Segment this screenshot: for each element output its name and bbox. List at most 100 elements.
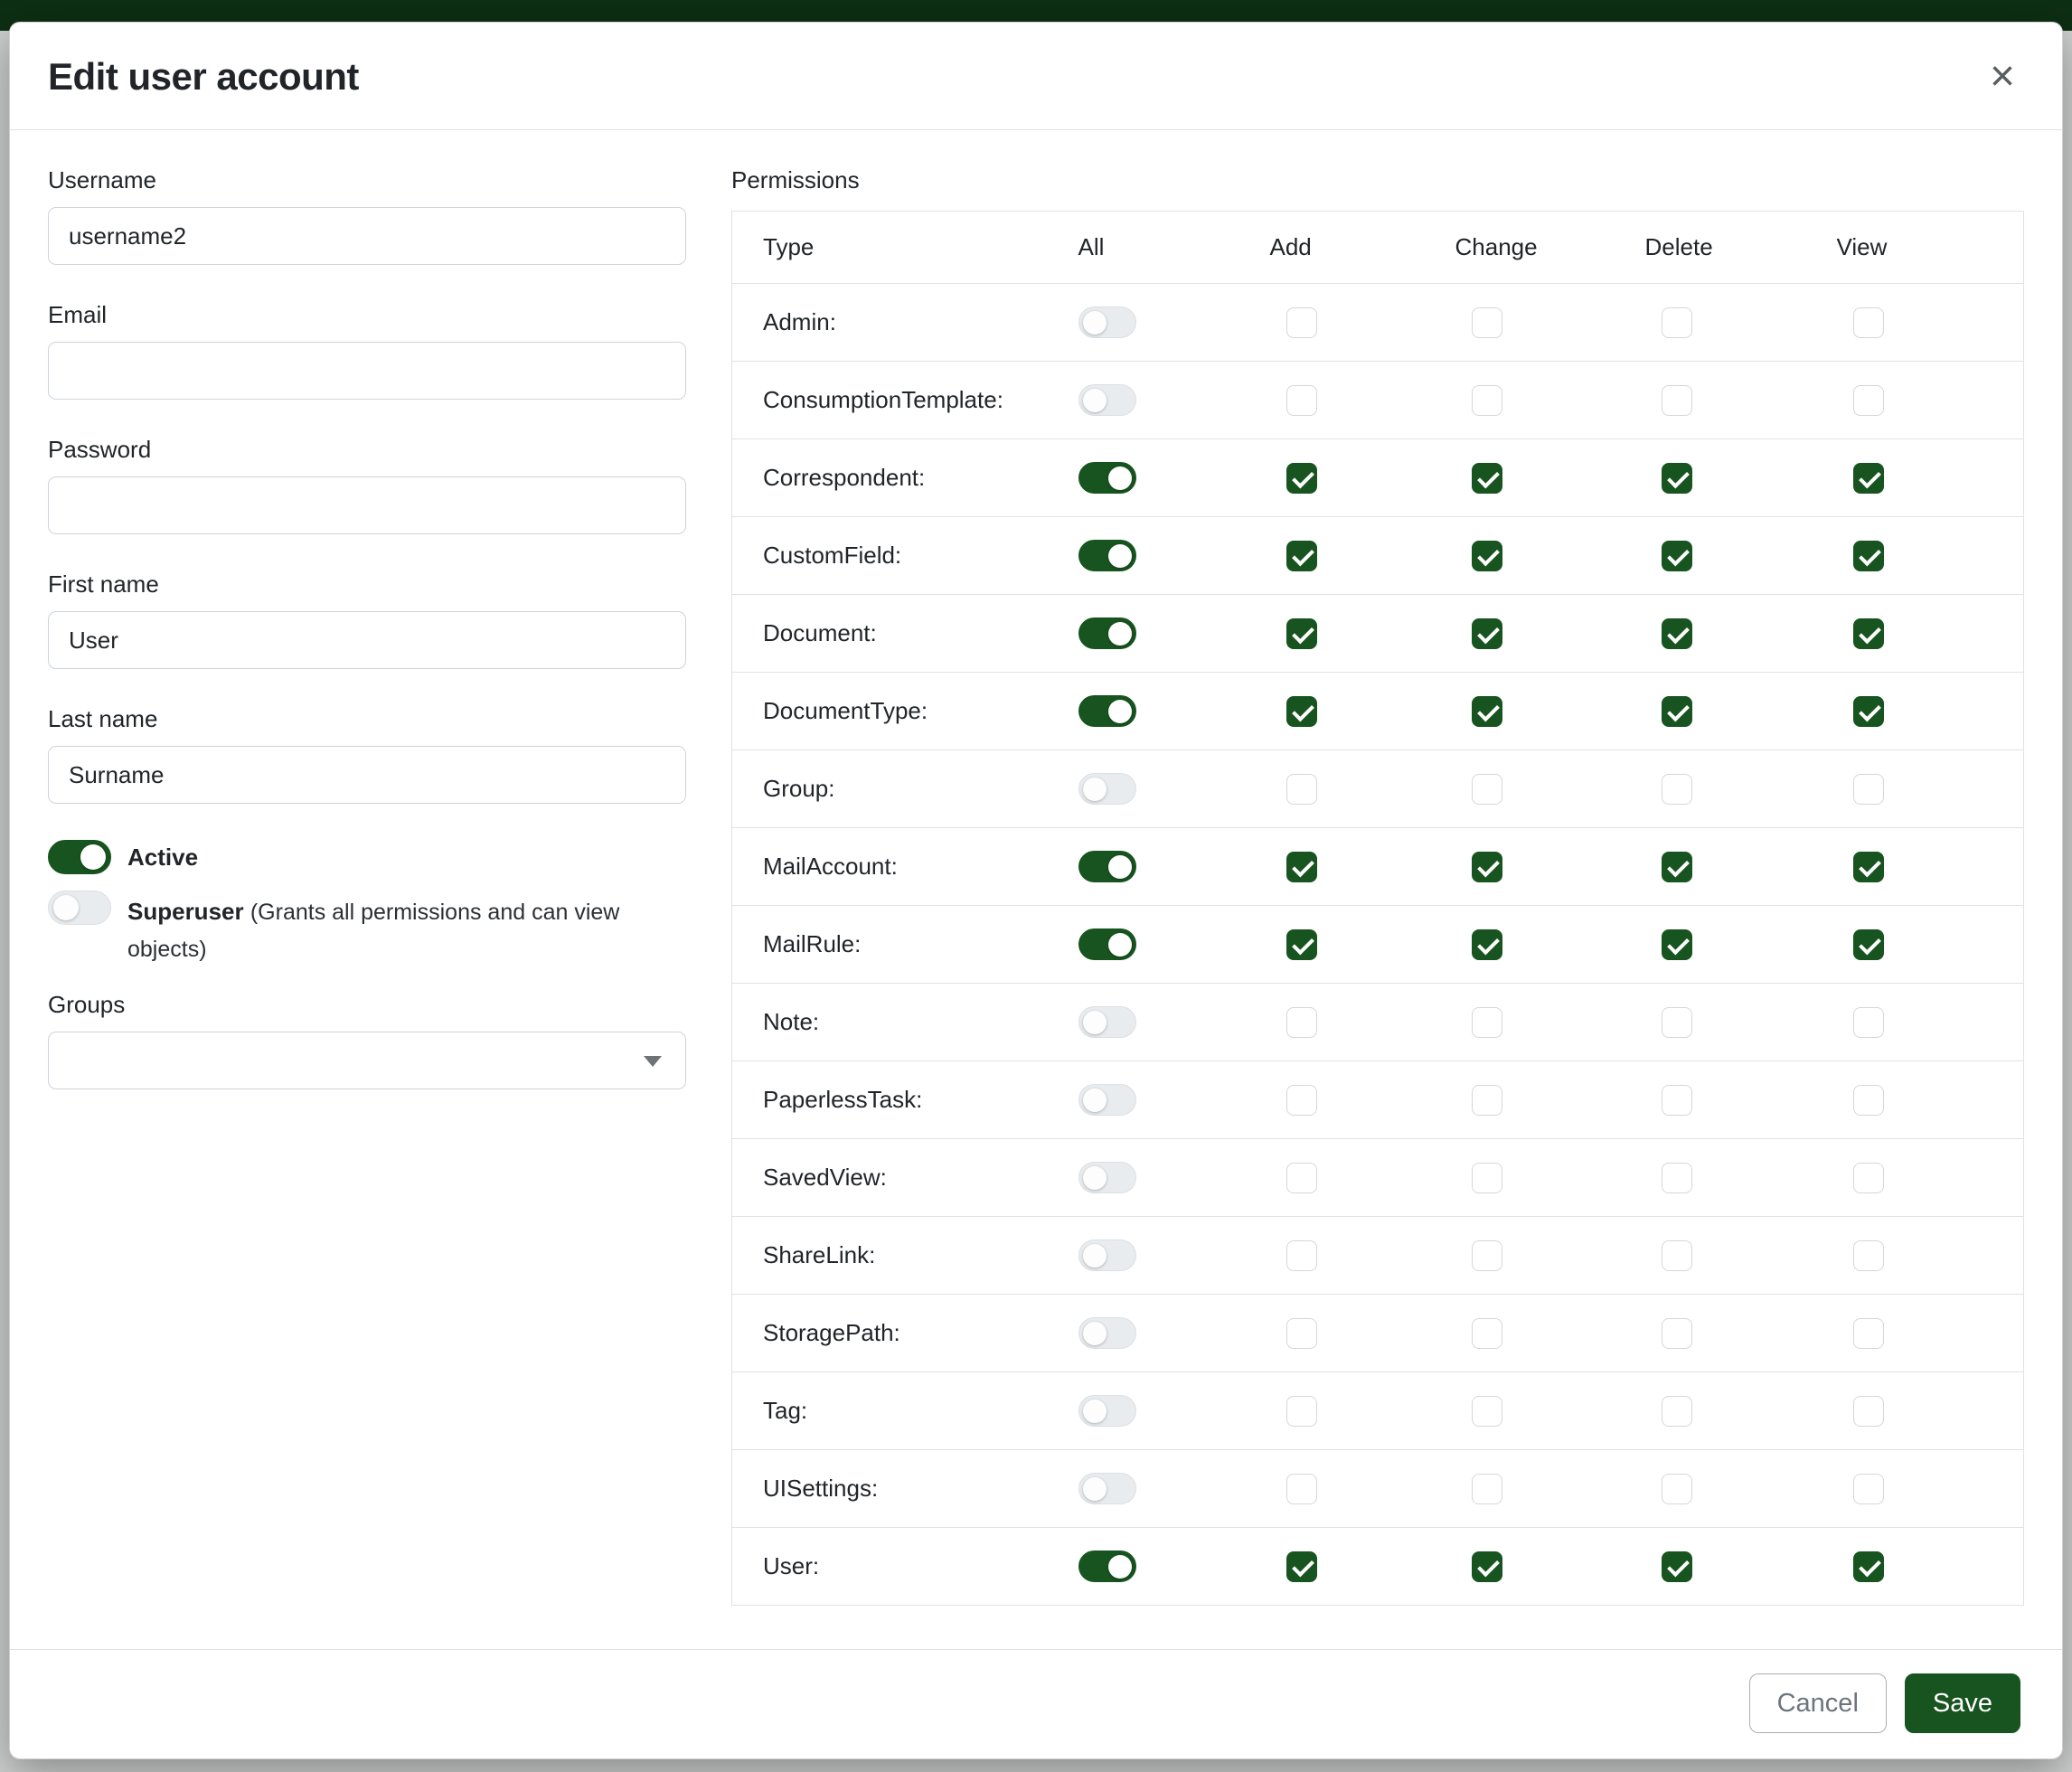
permission-add-checkbox[interactable] xyxy=(1286,541,1317,571)
permission-add-checkbox[interactable] xyxy=(1286,1318,1317,1349)
permission-delete-checkbox[interactable] xyxy=(1662,307,1692,338)
permission-view-checkbox[interactable] xyxy=(1853,541,1884,571)
permission-delete-checkbox[interactable] xyxy=(1662,929,1692,960)
permission-view-checkbox[interactable] xyxy=(1853,1240,1884,1271)
permission-all-toggle[interactable] xyxy=(1078,928,1136,960)
permission-all-toggle[interactable] xyxy=(1078,1473,1136,1504)
permission-delete-checkbox[interactable] xyxy=(1662,1163,1692,1193)
permission-change-checkbox[interactable] xyxy=(1472,929,1502,960)
permission-all-toggle[interactable] xyxy=(1078,1006,1136,1038)
permission-delete-checkbox[interactable] xyxy=(1662,1085,1692,1116)
edit-user-modal: Edit user account × Username Email Passw… xyxy=(9,22,2063,1759)
permission-view-checkbox[interactable] xyxy=(1853,307,1884,338)
permission-add-checkbox[interactable] xyxy=(1286,696,1317,727)
permission-all-toggle[interactable] xyxy=(1078,1162,1136,1193)
permission-delete-checkbox[interactable] xyxy=(1662,1551,1692,1582)
groups-select[interactable] xyxy=(48,1032,686,1089)
permission-all-toggle[interactable] xyxy=(1078,306,1136,338)
permission-add-checkbox[interactable] xyxy=(1286,1163,1317,1193)
permission-add-checkbox[interactable] xyxy=(1286,463,1317,494)
permission-add-checkbox[interactable] xyxy=(1286,1240,1317,1271)
permission-view-checkbox[interactable] xyxy=(1853,618,1884,649)
permission-add-checkbox[interactable] xyxy=(1286,618,1317,649)
permission-view-checkbox[interactable] xyxy=(1853,1318,1884,1349)
permission-all-toggle[interactable] xyxy=(1078,851,1136,882)
password-input[interactable] xyxy=(48,476,686,534)
permission-add-checkbox[interactable] xyxy=(1286,1551,1317,1582)
permission-all-toggle[interactable] xyxy=(1078,695,1136,727)
permission-delete-checkbox[interactable] xyxy=(1662,696,1692,727)
permission-view-checkbox[interactable] xyxy=(1853,852,1884,882)
permission-change-checkbox[interactable] xyxy=(1472,1474,1502,1504)
permission-view-checkbox[interactable] xyxy=(1853,1474,1884,1504)
permission-change-checkbox[interactable] xyxy=(1472,852,1502,882)
permission-change-checkbox[interactable] xyxy=(1472,1240,1502,1271)
permission-change-checkbox[interactable] xyxy=(1472,1318,1502,1349)
last-name-input[interactable] xyxy=(48,746,686,804)
permission-view-checkbox[interactable] xyxy=(1853,1551,1884,1582)
permission-change-checkbox[interactable] xyxy=(1472,1163,1502,1193)
permission-all-toggle[interactable] xyxy=(1078,617,1136,649)
first-name-field-group: First name xyxy=(48,570,686,669)
permission-row: StoragePath: xyxy=(732,1295,2024,1372)
permission-all-toggle[interactable] xyxy=(1078,773,1136,805)
permission-add-checkbox[interactable] xyxy=(1286,1007,1317,1038)
active-toggle[interactable] xyxy=(48,840,111,874)
permission-add-checkbox[interactable] xyxy=(1286,307,1317,338)
email-input[interactable] xyxy=(48,342,686,400)
permission-delete-checkbox[interactable] xyxy=(1662,463,1692,494)
permission-delete-checkbox[interactable] xyxy=(1662,1474,1692,1504)
permission-change-checkbox[interactable] xyxy=(1472,696,1502,727)
permission-delete-checkbox[interactable] xyxy=(1662,1396,1692,1427)
permission-delete-checkbox[interactable] xyxy=(1662,774,1692,805)
permission-delete-checkbox[interactable] xyxy=(1662,1318,1692,1349)
permission-view-checkbox[interactable] xyxy=(1853,463,1884,494)
permission-view-checkbox[interactable] xyxy=(1853,696,1884,727)
permission-all-toggle[interactable] xyxy=(1078,1550,1136,1582)
permission-change-checkbox[interactable] xyxy=(1472,307,1502,338)
permission-row: Tag: xyxy=(732,1372,2024,1450)
permission-change-checkbox[interactable] xyxy=(1472,1085,1502,1116)
permission-delete-checkbox[interactable] xyxy=(1662,618,1692,649)
permission-add-checkbox[interactable] xyxy=(1286,929,1317,960)
permission-all-toggle[interactable] xyxy=(1078,1084,1136,1116)
permission-change-checkbox[interactable] xyxy=(1472,463,1502,494)
permission-view-checkbox[interactable] xyxy=(1853,929,1884,960)
permission-all-toggle[interactable] xyxy=(1078,540,1136,571)
permission-add-checkbox[interactable] xyxy=(1286,385,1317,416)
permission-change-checkbox[interactable] xyxy=(1472,385,1502,416)
superuser-toggle[interactable] xyxy=(48,891,111,925)
permission-add-checkbox[interactable] xyxy=(1286,774,1317,805)
permission-change-checkbox[interactable] xyxy=(1472,1551,1502,1582)
permission-view-checkbox[interactable] xyxy=(1853,1007,1884,1038)
permission-view-checkbox[interactable] xyxy=(1853,774,1884,805)
permission-all-toggle[interactable] xyxy=(1078,1317,1136,1349)
permission-all-toggle[interactable] xyxy=(1078,462,1136,494)
permission-change-checkbox[interactable] xyxy=(1472,1396,1502,1427)
permission-all-toggle[interactable] xyxy=(1078,384,1136,416)
permission-add-checkbox[interactable] xyxy=(1286,1396,1317,1427)
permission-add-checkbox[interactable] xyxy=(1286,1474,1317,1504)
permission-change-checkbox[interactable] xyxy=(1472,618,1502,649)
permission-delete-checkbox[interactable] xyxy=(1662,1240,1692,1271)
permission-delete-checkbox[interactable] xyxy=(1662,385,1692,416)
cancel-button[interactable]: Cancel xyxy=(1749,1673,1887,1733)
permission-delete-checkbox[interactable] xyxy=(1662,1007,1692,1038)
username-input[interactable] xyxy=(48,207,686,265)
permission-change-checkbox[interactable] xyxy=(1472,541,1502,571)
permission-view-checkbox[interactable] xyxy=(1853,1085,1884,1116)
permission-change-checkbox[interactable] xyxy=(1472,1007,1502,1038)
close-icon[interactable]: × xyxy=(1986,55,2019,99)
permission-delete-checkbox[interactable] xyxy=(1662,852,1692,882)
permission-view-checkbox[interactable] xyxy=(1853,1396,1884,1427)
first-name-input[interactable] xyxy=(48,611,686,669)
permission-view-checkbox[interactable] xyxy=(1853,385,1884,416)
permission-add-checkbox[interactable] xyxy=(1286,852,1317,882)
permission-change-checkbox[interactable] xyxy=(1472,774,1502,805)
permission-add-checkbox[interactable] xyxy=(1286,1085,1317,1116)
permission-view-checkbox[interactable] xyxy=(1853,1163,1884,1193)
save-button[interactable]: Save xyxy=(1905,1673,2020,1733)
permission-delete-checkbox[interactable] xyxy=(1662,541,1692,571)
permission-all-toggle[interactable] xyxy=(1078,1395,1136,1427)
permission-all-toggle[interactable] xyxy=(1078,1239,1136,1271)
